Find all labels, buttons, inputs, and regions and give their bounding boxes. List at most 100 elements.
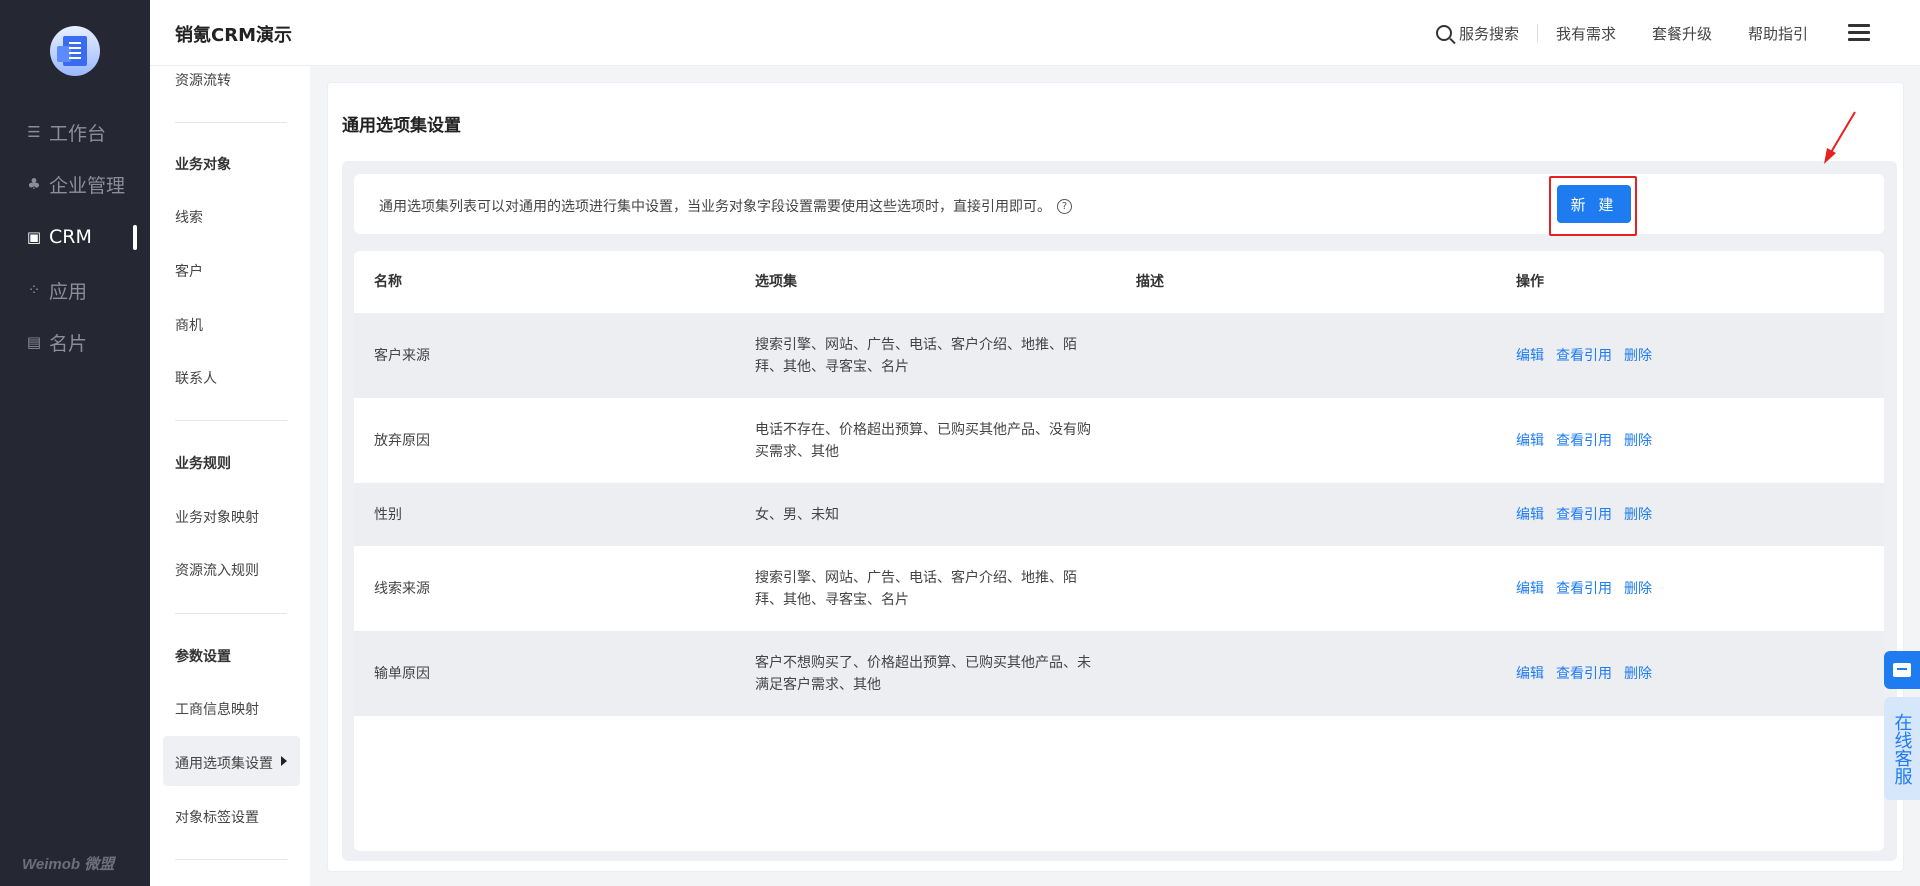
column-header-options: 选项集	[755, 274, 797, 290]
table-row: 输单原因 客户不想购买了、价格超出预算、已购买其他产品、未满足客户需求、其他 编…	[354, 631, 1884, 716]
table-row: 线索来源 搜索引擎、网站、广告、电话、客户介绍、地推、陌拜、其他、寻客宝、名片 …	[354, 546, 1884, 631]
help-link[interactable]: 帮助指引	[1730, 23, 1826, 44]
nav-item-apps[interactable]: ⁘ 应用	[25, 275, 87, 305]
info-bar: 通用选项集列表可以对通用的选项进行集中设置，当业务对象字段设置需要使用这些选项时…	[354, 174, 1884, 236]
row-actions: 编辑 查看引用 删除	[1516, 578, 1652, 600]
row-name: 输单原因	[374, 665, 430, 682]
divider	[175, 613, 287, 614]
main-panel: 通用选项集设置 通用选项集列表可以对通用的选项进行集中设置，当业务对象字段设置需…	[327, 82, 1904, 872]
card-icon: ▤	[26, 333, 42, 351]
nav-item-card[interactable]: ▤ 名片	[25, 327, 87, 357]
help-question-icon[interactable]: ?	[1057, 198, 1072, 214]
submenu-item-object-mapping[interactable]: 业务对象映射	[175, 507, 259, 527]
chat-float-button[interactable]	[1884, 651, 1920, 689]
edit-link[interactable]: 编辑	[1516, 345, 1544, 367]
info-description: 通用选项集列表可以对通用的选项进行集中设置，当业务对象字段设置需要使用这些选项时…	[379, 199, 1051, 215]
new-button[interactable]: 新 建	[1557, 185, 1631, 223]
nav-item-enterprise[interactable]: ♣ 企业管理	[25, 169, 125, 199]
nav-label: 企业管理	[49, 174, 126, 197]
row-options: 搜索引擎、网站、广告、电话、客户介绍、地推、陌拜、其他、寻客宝、名片	[755, 569, 1077, 608]
divider	[175, 122, 287, 123]
view-references-link[interactable]: 查看引用	[1556, 578, 1612, 600]
page-title: 通用选项集设置	[342, 116, 461, 136]
divider	[175, 420, 287, 421]
submenu-item-leads[interactable]: 线索	[175, 207, 203, 227]
delete-link[interactable]: 删除	[1624, 430, 1652, 452]
view-references-link[interactable]: 查看引用	[1556, 345, 1612, 367]
table-row: 放弃原因 电话不存在、价格超出预算、已购买其他产品、没有购买需求、其他 编辑 查…	[354, 398, 1884, 483]
edit-link[interactable]: 编辑	[1516, 430, 1544, 452]
app-logo[interactable]	[50, 26, 100, 76]
submenu-heading: 参数设置	[175, 649, 231, 665]
nav-label: CRM	[49, 226, 92, 248]
submenu-item-option-sets[interactable]: 通用选项集设置	[175, 753, 273, 773]
list-icon: ☰	[27, 123, 41, 141]
nav-active-indicator	[133, 225, 137, 250]
submenu-item-inflow-rules[interactable]: 资源流入规则	[175, 560, 259, 580]
table-header: 名称 选项集 描述 操作	[354, 251, 1884, 313]
submenu-heading: 业务对象	[175, 157, 231, 173]
crm-icon: ▣	[26, 228, 42, 246]
service-search-button[interactable]: 服务搜索	[1418, 23, 1537, 44]
row-options: 电话不存在、价格超出预算、已购买其他产品、没有购买需求、其他	[755, 421, 1091, 460]
hamburger-menu-icon[interactable]	[1848, 24, 1870, 42]
edit-link[interactable]: 编辑	[1516, 504, 1544, 526]
view-references-link[interactable]: 查看引用	[1556, 430, 1612, 452]
submenu-item-contacts[interactable]: 联系人	[175, 368, 217, 388]
submenu-item-customers[interactable]: 客户	[175, 261, 203, 281]
column-header-description: 描述	[1136, 274, 1164, 290]
row-name: 客户来源	[374, 347, 430, 364]
chat-icon	[1893, 663, 1911, 677]
row-actions: 编辑 查看引用 删除	[1516, 504, 1652, 526]
content-area: 通用选项集列表可以对通用的选项进行集中设置，当业务对象字段设置需要使用这些选项时…	[342, 161, 1897, 861]
search-icon	[1435, 25, 1452, 41]
edit-link[interactable]: 编辑	[1516, 578, 1544, 600]
row-options: 客户不想购买了、价格超出预算、已购买其他产品、未满足客户需求、其他	[755, 654, 1091, 693]
submenu-heading: 业务规则	[175, 456, 231, 472]
online-service-button[interactable]: 在线客服	[1884, 697, 1920, 800]
settings-submenu: 资源流转 业务对象 线索 客户 商机 联系人 业务规则 业务对象映射 资源流入规…	[150, 66, 310, 886]
nav-item-workbench[interactable]: ☰ 工作台	[25, 117, 106, 147]
apps-icon: ⁘	[27, 281, 41, 299]
delete-link[interactable]: 删除	[1624, 345, 1652, 367]
main-nav: ☰ 工作台 ♣ 企业管理 ▣ CRM ⁘ 应用 ▤ 名片 Weimob 微盟	[0, 0, 150, 886]
table-row: 客户来源 搜索引擎、网站、广告、电话、客户介绍、地推、陌拜、其他、寻客宝、名片 …	[354, 313, 1884, 398]
option-set-table: 名称 选项集 描述 操作 客户来源 搜索引擎、网站、广告、电话、客户介绍、地推、…	[354, 251, 1884, 851]
nav-item-crm[interactable]: ▣ CRM	[25, 222, 92, 252]
nav-label: 应用	[49, 280, 88, 303]
row-name: 放弃原因	[374, 432, 430, 449]
column-header-name: 名称	[374, 274, 402, 290]
row-actions: 编辑 查看引用 删除	[1516, 430, 1652, 452]
row-actions: 编辑 查看引用 删除	[1516, 663, 1652, 685]
top-actions: 服务搜索 我有需求 套餐升级 帮助指引	[1418, 0, 1870, 66]
submenu-item-object-tags[interactable]: 对象标签设置	[175, 807, 259, 827]
my-needs-link[interactable]: 我有需求	[1538, 23, 1634, 44]
upgrade-link[interactable]: 套餐升级	[1634, 23, 1730, 44]
delete-link[interactable]: 删除	[1624, 663, 1652, 685]
submenu-item-resource-flow[interactable]: 资源流转	[175, 70, 231, 90]
brand-logo: Weimob 微盟	[22, 856, 115, 873]
submenu-item-opportunities[interactable]: 商机	[175, 315, 203, 335]
edit-link[interactable]: 编辑	[1516, 663, 1544, 685]
table-row: 性别 女、男、未知 编辑 查看引用 删除	[354, 483, 1884, 546]
row-actions: 编辑 查看引用 删除	[1516, 345, 1652, 367]
nav-label: 工作台	[49, 122, 107, 145]
row-options: 搜索引擎、网站、广告、电话、客户介绍、地推、陌拜、其他、寻客宝、名片	[755, 336, 1077, 375]
caret-right-icon	[281, 756, 287, 766]
view-references-link[interactable]: 查看引用	[1556, 504, 1612, 526]
submenu-item-business-info-mapping[interactable]: 工商信息映射	[175, 699, 259, 719]
row-name: 性别	[374, 506, 402, 523]
search-label: 服务搜索	[1458, 24, 1519, 43]
app-title: 销氪CRM演示	[175, 25, 292, 46]
column-header-actions: 操作	[1516, 274, 1544, 290]
view-references-link[interactable]: 查看引用	[1556, 663, 1612, 685]
row-options: 女、男、未知	[755, 506, 839, 523]
org-icon: ♣	[27, 175, 41, 193]
top-header: 销氪CRM演示 服务搜索 我有需求 套餐升级 帮助指引	[150, 0, 1920, 66]
annotation-arrow	[1824, 111, 1856, 164]
divider	[175, 859, 287, 860]
delete-link[interactable]: 删除	[1624, 578, 1652, 600]
row-name: 线索来源	[374, 580, 430, 597]
nav-label: 名片	[49, 332, 88, 355]
delete-link[interactable]: 删除	[1624, 504, 1652, 526]
